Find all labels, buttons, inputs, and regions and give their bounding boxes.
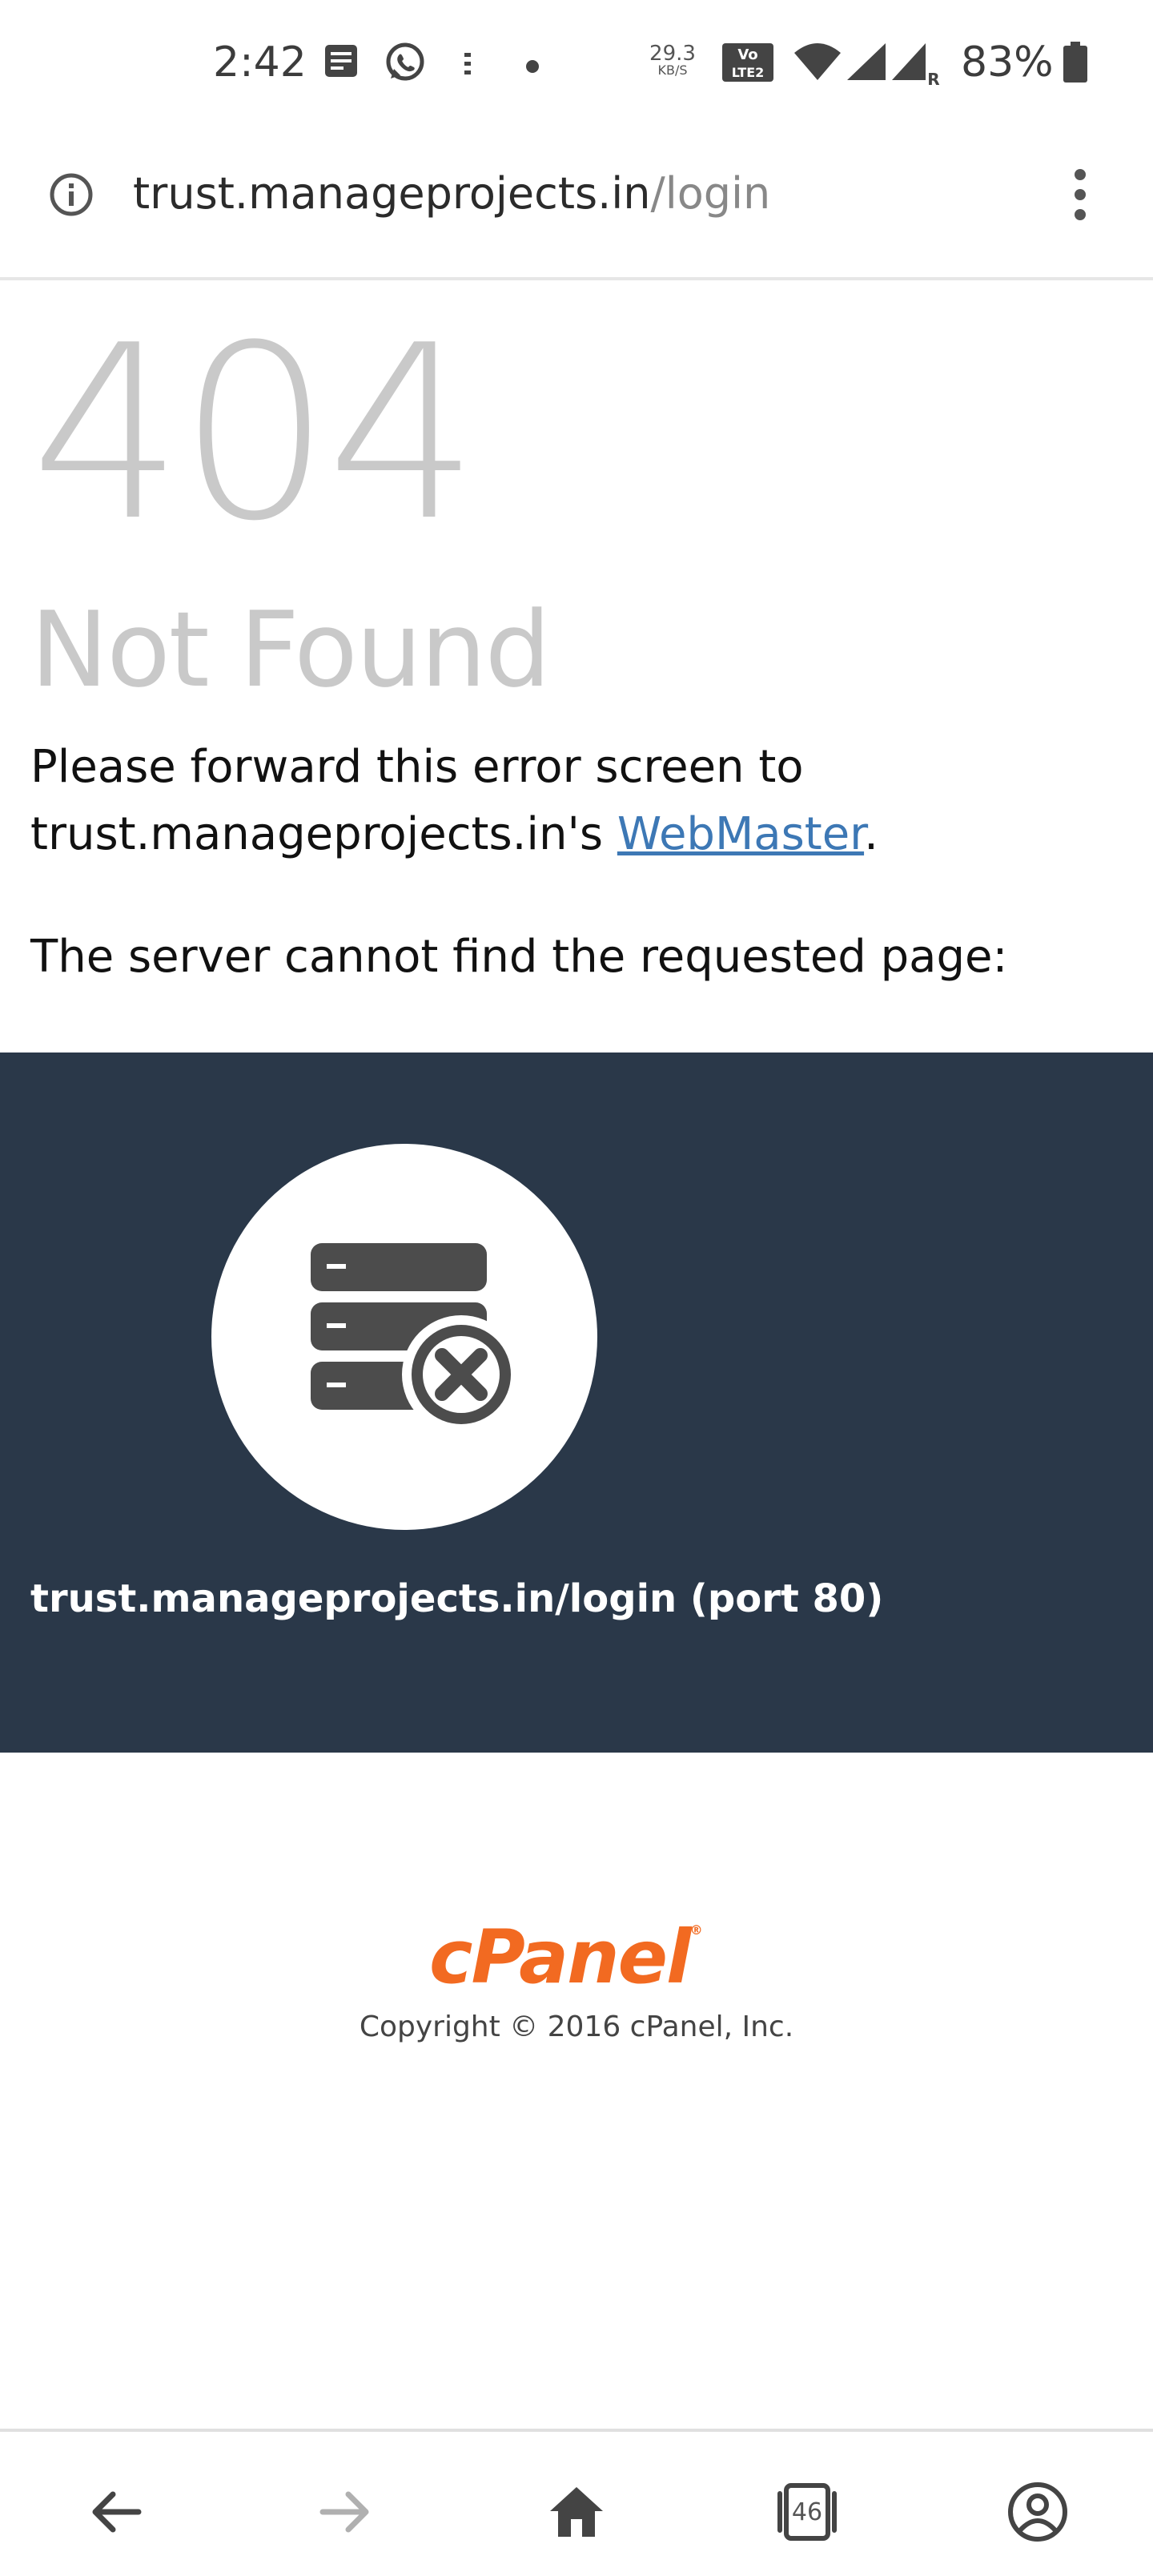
server-message: The server cannot find the requested pag… [30, 931, 1008, 983]
url-domain: trust.manageprojects.in [133, 168, 651, 219]
svg-text:LTE2: LTE2 [732, 65, 765, 80]
forward-message: Please forward this error screen to trus… [30, 734, 1135, 868]
status-bar: 2:42 29.3 KB/S Vo LTE2 R 83% [0, 0, 1153, 128]
wifi-icon [794, 43, 841, 80]
net-speed: 29.3 KB/S [647, 43, 698, 77]
bottom-nav: 46 [0, 2429, 1153, 2576]
cpanel-logo[interactable]: cPanel® [429, 1921, 703, 1994]
notes-icon [325, 45, 357, 77]
server-error-icon [311, 1243, 520, 1434]
cpanel-logo-text: cPanel [429, 1914, 692, 2000]
copyright: Copyright © 2016 cPanel, Inc. [359, 2010, 794, 2043]
home-button[interactable] [536, 2472, 617, 2552]
cpanel-registered-mark: ® [689, 1922, 703, 1938]
forward-icon [319, 2491, 369, 2533]
more-notifications-icon [464, 53, 471, 74]
svg-text:Vo: Vo [737, 46, 757, 63]
account-icon [1008, 2482, 1067, 2542]
error-title: Not Found [30, 589, 551, 710]
forward-period: . [864, 808, 878, 860]
volte-icon: Vo LTE2 [722, 43, 773, 82]
signal-roaming-icon: R [892, 43, 940, 87]
net-speed-value: 29.3 [649, 42, 696, 66]
requested-url: trust.manageprojects.in/login (port 80) [30, 1576, 884, 1621]
tabs-button[interactable]: 46 [767, 2472, 847, 2552]
back-button[interactable] [75, 2472, 155, 2552]
server-icon-circle [211, 1144, 597, 1530]
error-code: 404 [30, 294, 480, 574]
whatsapp-icon [386, 42, 424, 81]
signal-icon [847, 43, 886, 80]
battery-percent: 83% [961, 38, 1054, 87]
svg-text:R: R [927, 70, 939, 87]
status-time: 2:42 [213, 38, 307, 87]
account-button[interactable] [998, 2472, 1078, 2552]
battery-icon [1063, 42, 1087, 83]
menu-dots-icon[interactable] [1068, 167, 1092, 223]
dot-icon [526, 60, 539, 73]
tab-count: 46 [791, 2498, 823, 2526]
url-text[interactable]: trust.manageprojects.in/login [133, 168, 770, 219]
info-icon[interactable] [48, 171, 94, 218]
home-icon [550, 2487, 603, 2537]
webmaster-link[interactable]: WebMaster [617, 808, 864, 860]
forward-button[interactable] [306, 2472, 386, 2552]
error-panel: trust.manageprojects.in/login (port 80) [0, 1053, 1153, 1753]
url-bar[interactable]: trust.manageprojects.in/login [0, 128, 1153, 280]
url-path: /login [650, 168, 771, 219]
back-icon [92, 2491, 142, 2533]
net-speed-unit: KB/S [657, 62, 688, 78]
